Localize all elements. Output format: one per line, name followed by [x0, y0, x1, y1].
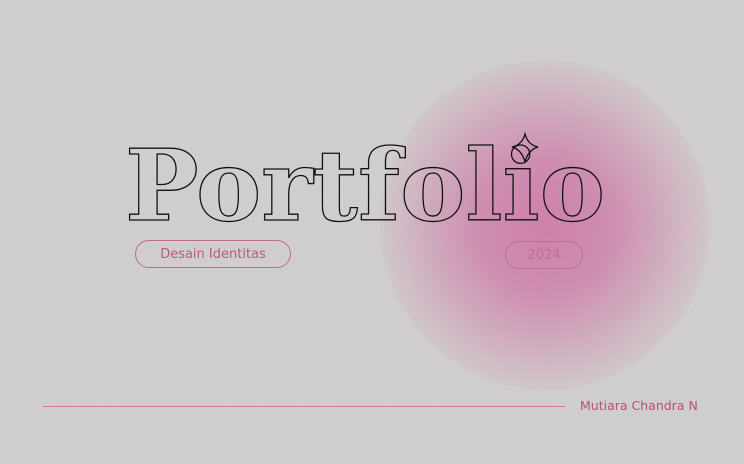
year-tag: 2024 [505, 241, 583, 269]
divider-line [43, 406, 565, 407]
category-tag: Desain Identitas [135, 240, 291, 268]
category-label: Desain Identitas [160, 246, 266, 262]
page-title: Portfolio [125, 129, 605, 244]
title-graphic: Portfolio [124, 128, 605, 244]
year-label: 2024 [527, 247, 561, 263]
author-name: Mutiara Chandra N [580, 398, 698, 413]
